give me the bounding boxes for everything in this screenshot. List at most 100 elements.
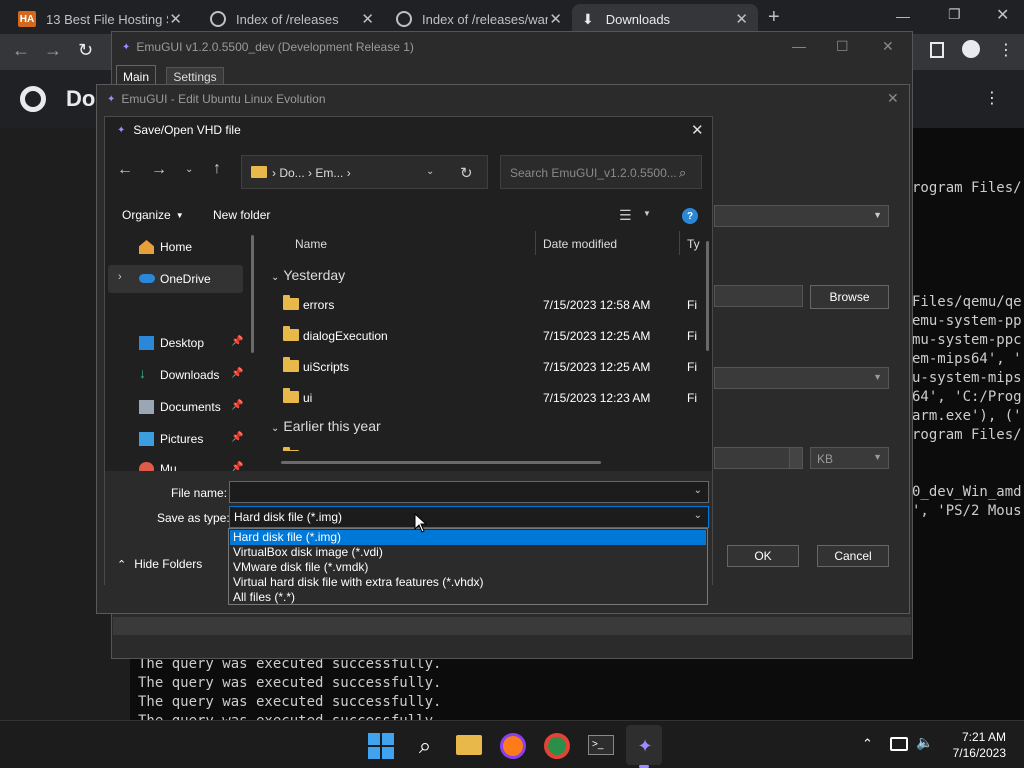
help-icon[interactable]: ? [682,208,698,224]
cancel-button[interactable]: Cancel [817,545,889,567]
pin-icon[interactable]: 📌 [231,336,243,347]
search-icon[interactable]: ⌕ [412,733,438,759]
back-icon[interactable]: ← [12,40,30,61]
sidebar-item-music[interactable]: Mu... 📌 [105,455,255,471]
file-row[interactable]: errors 7/15/2023 12:58 AM Fi [263,289,703,319]
chevron-down-icon[interactable]: ⌄ [426,166,434,177]
group-header-earlier[interactable]: ⌄ Earlier this year [271,418,381,434]
file-type-option[interactable]: Virtual hard disk file with extra featur… [230,575,706,590]
clock-time[interactable]: 7:21 AM [950,730,1006,744]
close-tab-icon[interactable]: ✕ [549,10,562,28]
horizontal-scrollbar[interactable] [281,461,601,464]
restore-icon[interactable]: ❐ [948,6,961,23]
chevron-down-icon[interactable]: ▼ [643,209,651,218]
sidebar-scrollbar[interactable] [251,235,254,353]
volume-icon[interactable]: 🔈 [916,734,933,751]
file-name: uiScripts [303,360,350,374]
close-icon[interactable]: ✕ [691,121,704,139]
column-header-date[interactable]: Date modified [543,237,617,251]
file-row[interactable]: ui 7/15/2023 12:23 AM Fi [263,382,703,412]
side-panel-icon[interactable] [930,42,944,58]
new-tab-icon[interactable]: + [768,6,780,29]
file-type-option[interactable]: VirtualBox disk image (*.vdi) [230,545,706,560]
sidebar-item-home[interactable]: Home [105,233,255,261]
address-bar[interactable]: › Do... › Em... › ⌄ ↻ [241,155,488,189]
ok-button[interactable]: OK [727,545,799,567]
breadcrumb-item[interactable]: Em... [315,166,343,180]
breadcrumb-item[interactable]: Do... [279,166,304,180]
sidebar-item-pictures[interactable]: Pictures 📌 [105,425,255,453]
option-select[interactable]: ▼ [714,367,889,389]
minimize-icon[interactable]: — [792,38,806,54]
file-type-option[interactable]: All files (*.*) [230,590,706,605]
sidebar-item-downloads[interactable]: ↓ Downloads 📌 [105,361,255,389]
maximize-icon[interactable]: ☐ [836,38,849,55]
file-row[interactable]: uiScripts 7/15/2023 12:25 AM Fi [263,351,703,381]
close-tab-icon[interactable]: ✕ [735,10,748,28]
column-divider[interactable] [679,231,680,255]
network-icon[interactable] [890,737,908,751]
search-icon[interactable]: ⌕ [679,165,686,181]
recent-locations-icon[interactable]: ⌄ [185,164,193,175]
start-icon[interactable] [368,733,394,759]
file-row[interactable] [263,441,703,451]
new-folder-button[interactable]: New folder [213,208,270,222]
browser-tab-3[interactable]: Index of /releases/wart ✕ [386,4,572,34]
file-type-option[interactable]: VMware disk file (*.vmdk) [230,560,706,575]
unit-select[interactable]: KB ▼ [810,447,889,469]
close-tab-icon[interactable]: ✕ [361,10,374,28]
ha-favicon-icon: HA [18,11,36,27]
close-icon[interactable]: ✕ [887,90,899,107]
chevron-down-icon[interactable]: ⌄ [694,485,702,496]
search-box[interactable]: Search EmuGUI_v1.2.0.5500... ⌕ [500,155,702,189]
size-spinner[interactable] [789,447,803,469]
sidebar-item-desktop[interactable]: Desktop 📌 [105,329,255,357]
file-row[interactable]: dialogExecution 7/15/2023 12:25 AM Fi [263,320,703,350]
path-input[interactable] [714,285,803,307]
minimize-icon[interactable]: — [896,8,910,24]
up-icon[interactable]: ↑ [213,160,221,178]
more-icon[interactable]: ⋮ [984,88,1000,108]
browse-button[interactable]: Browse [810,285,889,309]
organize-button[interactable]: Organize ▼ [122,208,184,222]
close-window-icon[interactable]: ✕ [996,5,1009,25]
close-tab-icon[interactable]: ✕ [169,10,182,28]
chevron-up-icon[interactable]: ⌃ [862,736,873,752]
group-header-yesterday[interactable]: ⌄ Yesterday [271,267,345,283]
save-as-type-select[interactable]: Hard disk file (*.img) ⌄ [229,506,709,528]
hide-folders-button[interactable]: ⌃ Hide Folders [117,557,202,571]
file-name-input[interactable]: ⌄ [229,481,709,503]
forward-icon[interactable]: → [44,40,62,61]
firefox-icon[interactable] [500,733,526,759]
pin-icon[interactable]: 📌 [231,432,243,443]
profile-icon[interactable] [962,40,980,58]
view-options-icon[interactable]: ☰ [619,207,632,224]
machine-type-select[interactable]: ▼ [714,205,889,227]
file-type-option[interactable]: Hard disk file (*.img) [230,530,706,545]
chrome-icon[interactable] [544,733,570,759]
close-icon[interactable]: ✕ [882,38,894,55]
chevron-down-icon[interactable]: ⌄ [694,510,702,521]
forward-icon[interactable]: → [151,161,167,179]
browser-tab-4[interactable]: ⬇ Downloads ✕ [572,4,758,34]
chevron-right-icon[interactable]: › [118,271,122,283]
browser-tab-1[interactable]: HA 13 Best File Hosting Se ✕ [8,4,192,34]
file-explorer-icon[interactable] [456,735,482,755]
sidebar-item-documents[interactable]: Documents 📌 [105,393,255,421]
terminal-icon[interactable]: >_ [588,735,614,755]
column-header-type[interactable]: Ty [687,237,700,251]
column-header-name[interactable]: Name [295,237,327,251]
menu-icon[interactable]: ⋮ [998,40,1014,60]
browser-tab-2[interactable]: Index of /releases ✕ [200,4,384,34]
back-icon[interactable]: ← [117,161,133,179]
emugui-icon[interactable]: ✦ [632,733,658,759]
clock-date[interactable]: 7/16/2023 [940,746,1006,760]
pin-icon[interactable]: 📌 [231,368,243,379]
refresh-icon[interactable]: ↻ [460,164,473,182]
reload-icon[interactable]: ↻ [78,40,93,61]
pin-icon[interactable]: 📌 [231,462,243,471]
column-divider[interactable] [535,231,536,255]
sidebar-item-onedrive[interactable]: › OneDrive [108,265,243,293]
pin-icon[interactable]: 📌 [231,400,243,411]
vertical-scrollbar[interactable] [706,241,709,351]
